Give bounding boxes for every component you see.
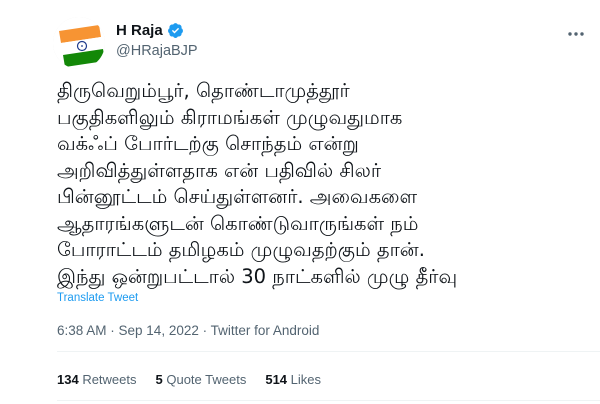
tweet-time[interactable]: 6:38 AM xyxy=(57,323,107,338)
quote-tweets-stat[interactable]: 5 Quote Tweets xyxy=(156,372,247,387)
quote-tweets-label: Quote Tweets xyxy=(162,372,247,387)
author-name[interactable]: H Raja xyxy=(116,22,163,39)
indian-flag-avatar-icon xyxy=(53,17,105,69)
likes-stat[interactable]: 514 Likes xyxy=(265,372,321,387)
tweet-text-line: பின்னூட்டம் செய்துள்ளனர். அவைகளை xyxy=(57,185,418,208)
tweet-text-line: போராட்டம் தமிழகம் முழுவதற்கும் தான். xyxy=(57,238,425,261)
retweets-count: 134 xyxy=(57,372,79,387)
tweet-stats: 134 Retweets 5 Quote Tweets 514 Likes xyxy=(57,372,321,387)
retweets-label: Retweets xyxy=(78,372,137,387)
likes-count: 514 xyxy=(265,372,288,387)
tweet-card: H Raja @HRajaBJP திருவெறும்பூர், தொண்டாம… xyxy=(0,0,600,404)
tweet-text-line: வக்ஃப் போர்டற்கு சொந்தம் என்று xyxy=(57,132,359,155)
tweet-text-line: அறிவித்துள்ளதாக என் பதிவில் சிலர் xyxy=(57,158,382,182)
tweet-text-line: திருவெறும்பூர், தொண்டாமுத்தூர் xyxy=(57,79,350,102)
tweet-text-line: பகுதிகளிலும் கிராமங்கள் முழுவதுமாக xyxy=(57,105,403,129)
divider xyxy=(57,400,600,401)
more-options-icon[interactable] xyxy=(566,24,586,44)
meta-separator: · xyxy=(106,323,119,338)
author-name-row: H Raja xyxy=(116,20,198,40)
tweet-date[interactable]: Sep 14, 2022 xyxy=(119,323,199,338)
likes-label: Likes xyxy=(287,372,322,387)
tweet-meta: 6:38 AM · Sep 14, 2022 · Twitter for And… xyxy=(57,323,319,338)
verified-badge-icon xyxy=(167,22,183,38)
author-block: H Raja @HRajaBJP xyxy=(116,20,198,60)
tweet-text: திருவெறும்பூர், தொண்டாமுத்தூர் பகுதிகளில… xyxy=(57,78,597,290)
meta-separator: · xyxy=(198,323,211,338)
avatar[interactable] xyxy=(53,17,105,69)
retweets-stat[interactable]: 134 Retweets xyxy=(57,372,137,387)
quote-tweets-count: 5 xyxy=(155,372,163,387)
tweet-text-line: ஆதாரங்களுடன் கொண்டுவாருங்கள் நம் xyxy=(57,211,419,235)
divider xyxy=(57,351,600,352)
tweet-text-line: இந்து ஒன்றுபட்டால் 30 நாட்களில் முழு தீர… xyxy=(57,264,458,288)
translate-tweet-link[interactable]: Translate Tweet xyxy=(57,292,138,304)
author-handle[interactable]: @HRajaBJP xyxy=(116,43,198,59)
tweet-source: Twitter for Android xyxy=(210,323,320,338)
